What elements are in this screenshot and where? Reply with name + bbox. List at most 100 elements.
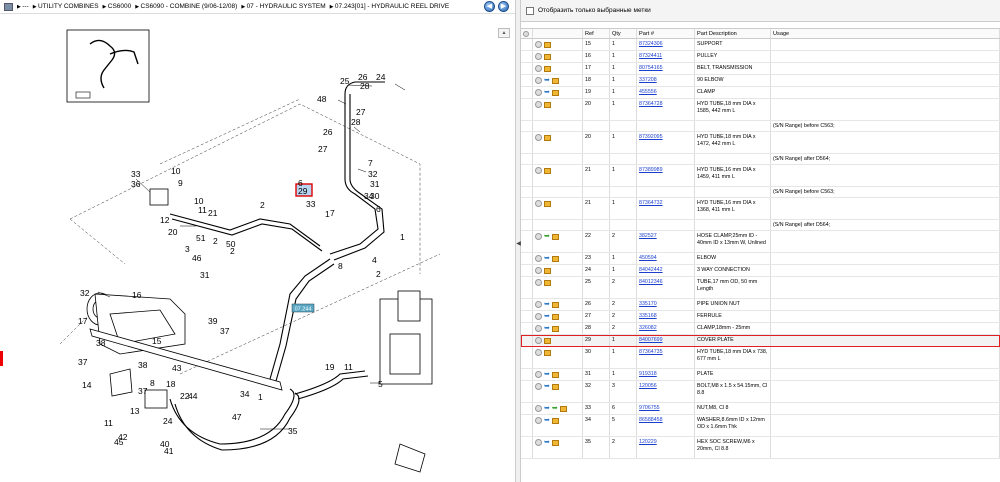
callout-label[interactable]: 26 bbox=[323, 127, 333, 137]
callout-label[interactable]: 12 bbox=[160, 215, 170, 225]
callout-label[interactable]: 8 bbox=[150, 378, 155, 388]
callout-label[interactable]: 39 bbox=[208, 316, 218, 326]
callout-label[interactable]: 1 bbox=[258, 392, 263, 402]
info-icon[interactable] bbox=[535, 337, 542, 344]
info-icon[interactable] bbox=[535, 371, 542, 378]
part-number-cell[interactable]: 326082 bbox=[637, 323, 695, 334]
callout-label[interactable]: 44 bbox=[188, 391, 198, 401]
replace-arrow-icon[interactable]: ➥ bbox=[544, 313, 550, 320]
cart-box-icon[interactable] bbox=[544, 280, 551, 286]
callout-label[interactable]: 38 bbox=[96, 338, 106, 348]
callout-label[interactable]: 28 bbox=[360, 81, 370, 91]
breadcrumb-item[interactable]: CS6000 bbox=[103, 3, 132, 10]
callout-label[interactable]: 7 bbox=[368, 158, 373, 168]
callout-label[interactable]: 32 bbox=[368, 169, 378, 179]
cart-box-icon[interactable] bbox=[544, 338, 551, 344]
part-number-cell[interactable]: 455556 bbox=[637, 87, 695, 98]
table-row[interactable]: 20187392095HYD TUBE,18 mm DIA x 1472, 44… bbox=[521, 132, 1000, 154]
callout-label[interactable]: 21 bbox=[208, 208, 218, 218]
part-number-cell[interactable]: 9706755 bbox=[637, 403, 695, 414]
callout-label[interactable]: 17 bbox=[78, 316, 88, 326]
cart-box-icon[interactable] bbox=[552, 384, 559, 390]
part-number-link[interactable]: 84012346 bbox=[639, 279, 663, 285]
table-row[interactable]: ➥34586588458WASHER,8.6mm ID x 12mm OD x … bbox=[521, 415, 1000, 437]
part-number-cell[interactable]: 120229 bbox=[637, 437, 695, 458]
breadcrumb-item[interactable]: UTILITY COMBINES bbox=[33, 3, 99, 10]
info-icon[interactable] bbox=[535, 279, 542, 286]
callout-label[interactable]: 33 bbox=[131, 169, 141, 179]
home-icon[interactable] bbox=[4, 3, 13, 11]
table-row[interactable]: 21187364732HYD TUBE,16 mm DIA x 1368, 41… bbox=[521, 198, 1000, 220]
callout-label[interactable]: 43 bbox=[172, 363, 182, 373]
callout-label[interactable]: 14 bbox=[82, 380, 92, 390]
part-number-cell[interactable]: 919318 bbox=[637, 369, 695, 380]
replace-arrow-icon[interactable]: ➥ bbox=[544, 417, 550, 424]
part-number-link[interactable]: 86588458 bbox=[639, 417, 663, 423]
part-number-cell[interactable]: 87324306 bbox=[637, 39, 695, 50]
callout-label[interactable]: 15 bbox=[152, 336, 162, 346]
row-checkbox[interactable] bbox=[521, 187, 533, 197]
callout-label[interactable]: 36 bbox=[131, 179, 141, 189]
part-number-link[interactable]: 9706755 bbox=[639, 405, 660, 411]
cart-box-icon[interactable] bbox=[544, 268, 551, 274]
scroll-up-button[interactable]: ▲ bbox=[498, 28, 510, 38]
row-checkbox[interactable] bbox=[521, 39, 533, 50]
callout-label[interactable]: 38 bbox=[138, 360, 148, 370]
info-icon[interactable] bbox=[535, 77, 542, 84]
row-checkbox[interactable] bbox=[521, 369, 533, 380]
callout-label[interactable]: 34 bbox=[240, 389, 250, 399]
callout-label[interactable]: 28 bbox=[351, 117, 361, 127]
callout-label[interactable]: 8 bbox=[338, 261, 343, 271]
callout-label[interactable]: 32 bbox=[80, 288, 90, 298]
callout-label[interactable]: 37 bbox=[220, 326, 230, 336]
part-number-link[interactable]: 455556 bbox=[639, 89, 657, 95]
callout-label[interactable]: 47 bbox=[232, 412, 242, 422]
row-checkbox[interactable] bbox=[521, 51, 533, 62]
table-row[interactable]: ➥323120056BOLT,M8 x 1.5 x 54.15mm, Cl 8.… bbox=[521, 381, 1000, 403]
row-checkbox[interactable] bbox=[521, 165, 533, 186]
part-number-cell[interactable]: 335168 bbox=[637, 311, 695, 322]
callout-label[interactable]: 16 bbox=[132, 290, 142, 300]
forward-button[interactable]: ▶ bbox=[498, 1, 509, 12]
replace-arrow-icon[interactable]: ➥ bbox=[544, 89, 550, 96]
callout-label[interactable]: 30 bbox=[370, 191, 380, 201]
part-number-cell[interactable] bbox=[637, 220, 695, 230]
part-number-link[interactable]: 919318 bbox=[639, 371, 657, 377]
callout-label[interactable]: 46 bbox=[192, 253, 202, 263]
cart-box-icon[interactable] bbox=[544, 168, 551, 174]
cart-box-icon[interactable] bbox=[552, 372, 559, 378]
callout-label[interactable]: 9 bbox=[178, 178, 183, 188]
replace-arrow-icon[interactable]: ➥ bbox=[544, 255, 550, 262]
table-row[interactable]: 25284012346TUBE,17 mm OD, 50 mm Length bbox=[521, 277, 1000, 299]
table-row[interactable]: ➥272335168FERRULE bbox=[521, 311, 1000, 323]
row-checkbox[interactable] bbox=[521, 403, 533, 414]
callout-label[interactable]: 45 bbox=[114, 437, 124, 447]
row-checkbox[interactable] bbox=[521, 415, 533, 436]
callout-label[interactable]: 7 bbox=[330, 208, 335, 218]
callout-label[interactable]: 37 bbox=[78, 357, 88, 367]
callout-label[interactable]: 1 bbox=[400, 232, 405, 242]
info-icon[interactable] bbox=[535, 255, 542, 262]
part-number-cell[interactable]: 382527 bbox=[637, 231, 695, 252]
table-row[interactable]: ➥222382527HOSE CLAMP,25mm ID - 40mm ID x… bbox=[521, 231, 1000, 253]
cart-box-icon[interactable] bbox=[552, 418, 559, 424]
replace-arrow-icon[interactable]: ➥ bbox=[544, 371, 550, 378]
cart-box-icon[interactable] bbox=[552, 302, 559, 308]
info-icon[interactable] bbox=[535, 313, 542, 320]
selected-callout-label[interactable]: 29 bbox=[298, 186, 308, 196]
breadcrumb-item[interactable]: CS6090 - COMBINE (9/06-12/08) bbox=[135, 3, 237, 10]
callout-label[interactable]: 1 bbox=[325, 209, 330, 219]
replace-arrow-icon[interactable]: ➥ bbox=[544, 405, 550, 412]
part-number-link[interactable]: 120056 bbox=[639, 383, 657, 389]
usage-note-row[interactable]: (S/N Range) after D564; bbox=[521, 154, 1000, 165]
part-number-cell[interactable]: 84042442 bbox=[637, 265, 695, 276]
back-button[interactable]: ◀ bbox=[484, 1, 495, 12]
row-checkbox[interactable] bbox=[521, 75, 533, 86]
callout-label[interactable]: 24 bbox=[163, 416, 173, 426]
row-checkbox[interactable] bbox=[521, 381, 533, 402]
cart-box-icon[interactable] bbox=[544, 42, 551, 48]
info-icon[interactable] bbox=[535, 101, 542, 108]
cart-box-icon[interactable] bbox=[552, 234, 559, 240]
callout-label[interactable]: 13 bbox=[130, 406, 140, 416]
part-number-cell[interactable]: 87364735 bbox=[637, 347, 695, 368]
